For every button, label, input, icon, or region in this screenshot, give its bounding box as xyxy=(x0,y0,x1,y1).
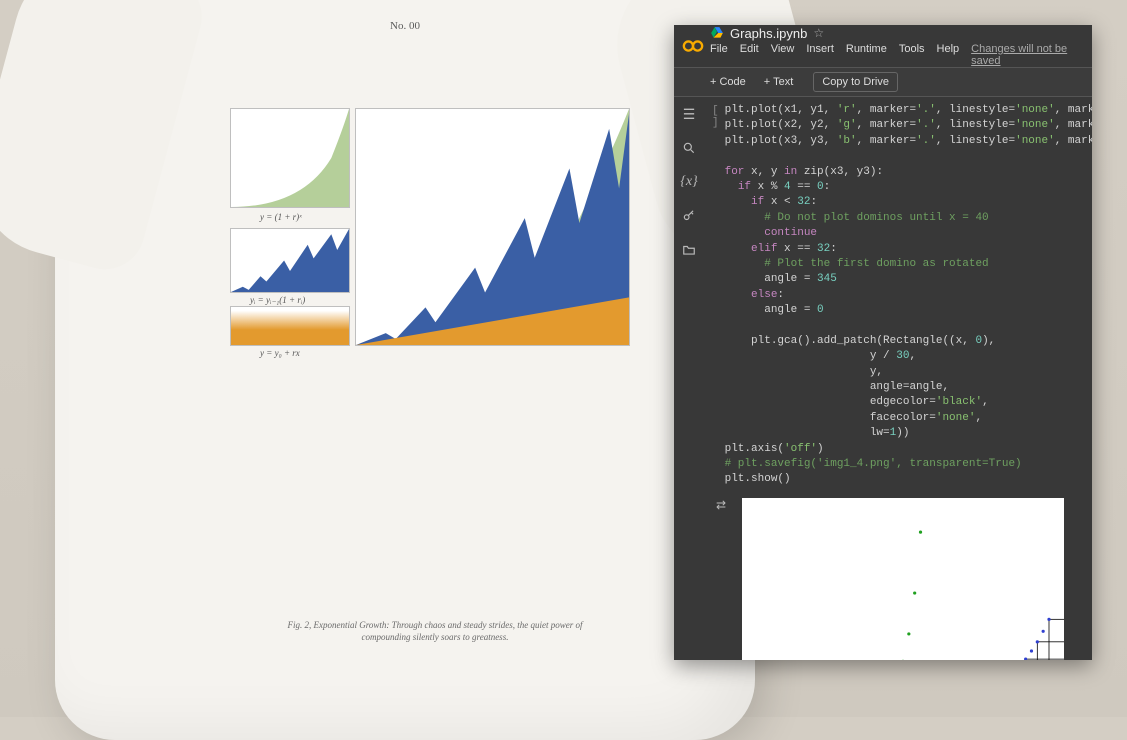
menu-file[interactable]: File xyxy=(710,43,728,67)
add-text-button[interactable]: +Text xyxy=(758,74,800,90)
menu-edit[interactable]: Edit xyxy=(740,43,759,67)
copy-to-drive-button[interactable]: Copy to Drive xyxy=(813,72,898,92)
cell-execution-indicator[interactable]: [ ] xyxy=(712,103,719,488)
menu-runtime[interactable]: Runtime xyxy=(846,43,887,67)
shirt-plot-large xyxy=(355,108,630,346)
shirt-tag: No. 00 xyxy=(390,20,420,32)
shirt-eq3: y = y₀ + rx xyxy=(260,348,300,358)
shirt-plot-top xyxy=(230,108,350,208)
shirt-caption: Fig. 2, Exponential Growth: Through chao… xyxy=(285,620,585,643)
menu-help[interactable]: Help xyxy=(937,43,960,67)
files-icon[interactable] xyxy=(680,241,698,259)
output-toggle-icon[interactable]: ⇄ xyxy=(712,496,730,514)
notebook-filename[interactable]: Graphs.ipynb xyxy=(730,26,807,41)
toolbar: +Code +Text Copy to Drive xyxy=(674,67,1092,97)
colab-header: Graphs.ipynb ☆ File Edit View Insert Run… xyxy=(674,25,1092,67)
toc-icon[interactable]: ☰ xyxy=(680,105,698,123)
colab-window: Graphs.ipynb ☆ File Edit View Insert Run… xyxy=(674,25,1092,660)
shirt-eq1: y = (1 + r)ˣ xyxy=(260,212,302,222)
save-status[interactable]: Changes will not be saved xyxy=(971,43,1084,67)
menu-view[interactable]: View xyxy=(771,43,795,67)
colab-logo-icon[interactable] xyxy=(682,35,704,57)
variables-icon[interactable]: {x} xyxy=(680,173,698,191)
code-cell[interactable]: [ ] plt.plot(x1, y1, 'r', marker='.', li… xyxy=(712,103,1084,488)
shirt-plot-mid xyxy=(230,228,350,293)
code-editor[interactable]: plt.plot(x1, y1, 'r', marker='.', linest… xyxy=(725,103,1092,488)
add-code-button[interactable]: +Code xyxy=(704,74,752,90)
menu-tools[interactable]: Tools xyxy=(899,43,925,67)
shirt-eq2: yᵢ = yᵢ₋₁(1 + rᵢ) xyxy=(250,295,305,306)
search-icon[interactable] xyxy=(680,139,698,157)
star-icon[interactable]: ☆ xyxy=(813,26,824,40)
menu-insert[interactable]: Insert xyxy=(806,43,834,67)
secrets-icon[interactable] xyxy=(680,207,698,225)
shirt-plot-bottom xyxy=(230,306,350,346)
drive-icon xyxy=(710,26,724,40)
menu-bar: File Edit View Insert Runtime Tools Help… xyxy=(710,43,1084,67)
plot-output xyxy=(742,498,1064,660)
left-sidebar: ☰ {x} xyxy=(674,97,704,660)
tshirt: No. 00 y = (1 + r)ˣ yᵢ = yᵢ₋₁(1 + rᵢ) y … xyxy=(55,0,755,740)
notebook-content[interactable]: [ ] plt.plot(x1, y1, 'r', marker='.', li… xyxy=(704,97,1092,660)
